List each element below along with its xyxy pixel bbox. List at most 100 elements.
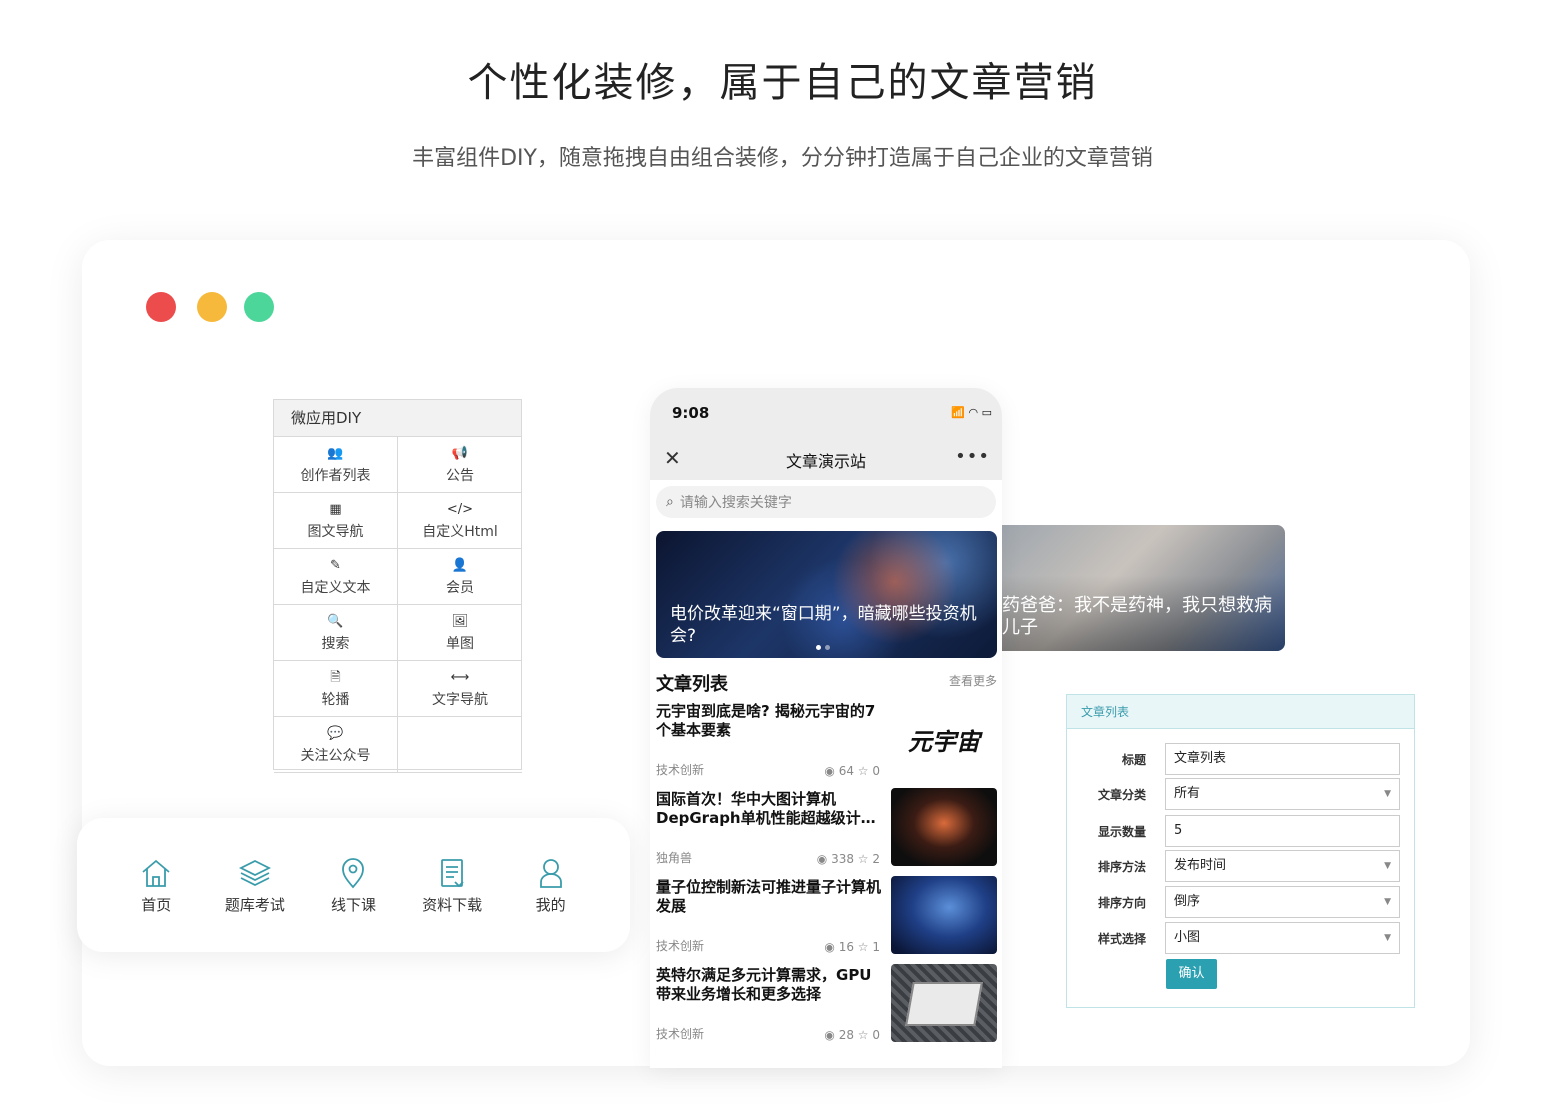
tab-label: 首页 <box>141 895 172 914</box>
view-count: 16 <box>838 940 854 954</box>
megaphone-icon: 📢 <box>451 445 469 461</box>
form-label: 样式选择 <box>1097 932 1146 946</box>
form-label: 标题 <box>1121 753 1146 767</box>
thumbnail-text: 元宇宙 <box>908 727 980 756</box>
diy-component-label: 轮播 <box>321 691 350 708</box>
form-input[interactable]: 文章列表 <box>1165 743 1400 775</box>
user-icon <box>539 858 562 888</box>
diy-component-label: 搜索 <box>321 635 350 652</box>
diy-component-item[interactable]: 👤 会员 <box>398 549 522 605</box>
article-category: 技术创新 <box>656 939 705 953</box>
tab-label: 线下课 <box>330 895 376 914</box>
users-icon: 👥 <box>327 445 344 461</box>
diy-component-label: 文字导航 <box>432 691 488 708</box>
diy-component-label: 关注公众号 <box>300 747 371 764</box>
diy-component-item[interactable]: ▦ 图文导航 <box>274 493 398 549</box>
form-input[interactable]: 5 <box>1165 815 1400 847</box>
form-value: 发布时间 <box>1174 858 1227 873</box>
phone-navbar: ✕ 文章演示站 ••• <box>650 440 1002 480</box>
arrows-h-icon: ⟷ <box>450 669 470 685</box>
diy-component-item[interactable]: 💬 关注公众号 <box>274 717 398 773</box>
chevron-down-icon: ▼ <box>1384 861 1391 871</box>
form-select[interactable]: 小图 ▼ <box>1165 922 1400 954</box>
form-value: 所有 <box>1174 786 1201 801</box>
article-category: 技术创新 <box>656 763 705 777</box>
article-thumbnail: 元宇宙 <box>891 700 997 778</box>
diy-component-item[interactable]: 📢 公告 <box>398 437 522 493</box>
form-row: 显示数量 5 <box>1066 815 1415 847</box>
tab-downloads[interactable]: 资料下载 <box>407 856 497 915</box>
article-list: 元宇宙到底是啥? 揭秘元宇宙的7个基本要素 技术创新 ◉ 64 ☆ 0 元宇宙 国际首次… <box>650 698 1002 1050</box>
diy-component-label: 创作者列表 <box>300 467 371 484</box>
form-label: 排序方法 <box>1097 860 1146 874</box>
star-icon: ☆ <box>853 764 873 778</box>
layers-icon <box>238 859 271 886</box>
wechat-icon: 💬 <box>327 725 344 741</box>
tab-offline-course[interactable]: 线下课 <box>308 856 398 915</box>
article-list-header: 文章列表 查看更多 <box>650 658 1002 698</box>
eye-icon: ◉ <box>816 852 832 866</box>
form-row: 文章分类 所有 ▼ <box>1066 778 1415 810</box>
eye-icon: ◉ <box>824 1028 839 1042</box>
chevron-down-icon: ▼ <box>1384 933 1391 943</box>
diy-component-label: 会员 <box>446 579 474 596</box>
search-placeholder: 请输入搜索关键字 <box>679 495 792 511</box>
tab-label: 资料下载 <box>422 895 483 914</box>
eye-icon: ◉ <box>824 764 839 778</box>
star-count: 1 <box>872 940 880 954</box>
diy-component-item[interactable]: 🔍 搜索 <box>274 605 398 661</box>
diy-component-item[interactable]: ✎ 自定义文本 <box>274 549 398 605</box>
carousel-indicator <box>816 645 830 650</box>
window-close-dot[interactable] <box>146 292 176 322</box>
article-title: 量子位控制新法可推进量子计算机发展 <box>656 878 882 915</box>
form-select[interactable]: 所有 ▼ <box>1165 778 1400 810</box>
image-icon: 🖼 <box>451 613 469 629</box>
carousel-next-slide[interactable]: 药爸爸：我不是药神，我只想救病儿子 <box>1002 525 1285 651</box>
form-select[interactable]: 发布时间 ▼ <box>1165 850 1400 882</box>
form-label: 显示数量 <box>1097 825 1146 839</box>
tab-home[interactable]: 首页 <box>111 856 201 915</box>
gpu-chip-image <box>905 982 983 1026</box>
form-row: 标题 文章列表 <box>1066 743 1415 775</box>
window-minimize-dot[interactable] <box>197 292 227 322</box>
home-icon <box>142 859 170 887</box>
banner-caption: 电价改革迎来“窗口期”，暗藏哪些投资机会? <box>670 604 977 646</box>
search-input[interactable]: ⌕ 请输入搜索关键字 <box>656 486 996 518</box>
view-more-link[interactable]: 查看更多 <box>949 672 997 689</box>
star-count: 0 <box>872 764 880 778</box>
diy-component-label: 图文导航 <box>307 523 364 540</box>
phone-preview: 9:08 📶 ◠ ▭ ✕ 文章演示站 ••• ⌕ 请输入搜索关键字 电价改革迎来… <box>650 388 1002 1068</box>
article-item[interactable]: 元宇宙到底是啥? 揭秘元宇宙的7个基本要素 技术创新 ◉ 64 ☆ 0 元宇宙 <box>650 698 1002 786</box>
diy-component-item[interactable]: 🗎 轮播 <box>274 661 398 717</box>
status-bar: 9:08 📶 ◠ ▭ <box>650 388 1002 440</box>
diy-component-item[interactable]: 👥 创作者列表 <box>274 437 398 493</box>
tab-exam[interactable]: 题库考试 <box>210 856 300 915</box>
article-stats: ◉ 28 ☆ 0 <box>800 1028 880 1042</box>
chevron-down-icon: ▼ <box>1384 897 1391 907</box>
article-item[interactable]: 国际首次！华中大图计算机DepGraph单机性能超越级计… 独角兽 ◉ 338 ☆ … <box>650 786 1002 874</box>
form-header: 文章列表 <box>1067 695 1414 729</box>
form-row: 排序方法 发布时间 ▼ <box>1066 850 1415 882</box>
diy-component-item[interactable]: </> 自定义Html <box>398 493 522 549</box>
banner-carousel[interactable]: 电价改革迎来“窗口期”，暗藏哪些投资机会? <box>656 531 997 658</box>
view-count: 28 <box>838 1028 854 1042</box>
more-icon[interactable]: ••• <box>955 446 990 467</box>
tab-mine[interactable]: 我的 <box>506 856 596 915</box>
form-select[interactable]: 倒序 ▼ <box>1165 886 1400 918</box>
status-time: 9:08 <box>672 404 710 422</box>
diy-component-item[interactable]: ⟷ 文字导航 <box>398 661 522 717</box>
form-row: 样式选择 小图 ▼ <box>1066 922 1415 954</box>
confirm-button[interactable]: 确认 <box>1166 959 1217 989</box>
carousel-next-caption: 药爸爸：我不是药神，我只想救病儿子 <box>1002 595 1272 638</box>
star-icon: ☆ <box>853 940 873 954</box>
article-item[interactable]: 量子位控制新法可推进量子计算机发展 技术创新 ◉ 16 ☆ 1 <box>650 874 1002 962</box>
diy-component-item[interactable]: 🖼 单图 <box>398 605 522 661</box>
carousel-dot <box>816 645 821 650</box>
diy-component-panel: 微应用DIY 👥 创作者列表 📢 公告 ▦ 图文导航 </> 自定义Html ✎ 自定义文本 👤 会员… <box>273 399 522 773</box>
window-maximize-dot[interactable] <box>244 292 274 322</box>
article-item[interactable]: 英特尔满足多元计算需求，GPU带来业务增长和更多选择 技术创新 ◉ 28 ☆ 0 <box>650 962 1002 1050</box>
diy-component-label: 公告 <box>446 467 474 484</box>
search-icon: 🔍 <box>327 613 344 629</box>
user-plus-icon: 👤 <box>451 557 469 573</box>
form-value: 5 <box>1174 823 1183 838</box>
